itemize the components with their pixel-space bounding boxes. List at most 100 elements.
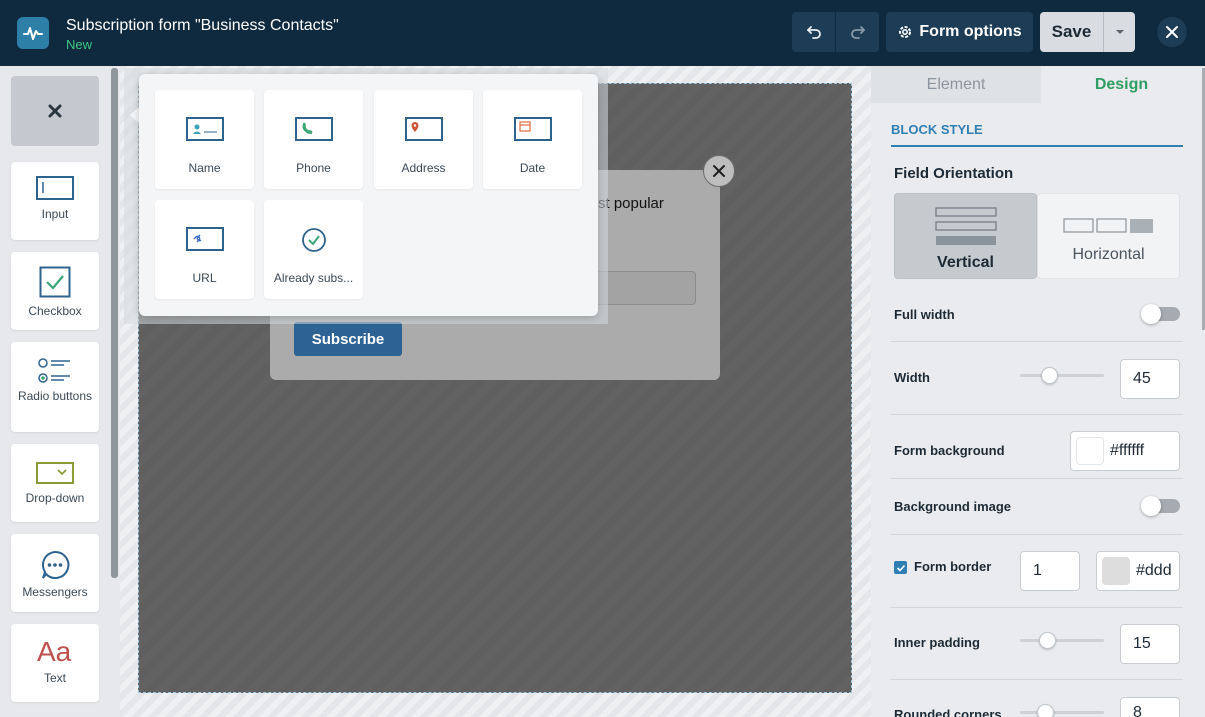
- subscribe-button[interactable]: Subscribe: [294, 322, 402, 356]
- text-icon: Aa: [37, 636, 72, 666]
- tool-input[interactable]: Input: [11, 162, 99, 240]
- calendar-card-icon: [513, 117, 552, 141]
- background-image-label: Background image: [894, 499, 1012, 514]
- width-input[interactable]: 45: [1120, 359, 1180, 399]
- dropdown-icon: [36, 462, 74, 484]
- svg-text:Aa: Aa: [37, 636, 72, 666]
- toggle-knob: [1141, 304, 1161, 324]
- background-image-toggle[interactable]: [1141, 496, 1180, 516]
- field-address[interactable]: Address: [374, 90, 473, 189]
- orientation-vertical-option[interactable]: Vertical: [894, 193, 1037, 279]
- section-divider: [891, 145, 1183, 147]
- rounded-corners-label: Rounded corners: [894, 707, 1002, 717]
- form-background-color-picker[interactable]: #ffffff: [1070, 431, 1180, 471]
- checkbox-icon: [39, 266, 71, 298]
- field-label: Name: [188, 161, 221, 175]
- toggle-knob: [1141, 496, 1161, 516]
- gear-icon: [899, 26, 912, 38]
- check-circle-icon: [301, 228, 326, 252]
- toolbar-scrollbar[interactable]: [111, 68, 118, 578]
- form-border-color-value: #ddd: [1136, 562, 1172, 579]
- app-header: Subscription form "Business Contacts" Ne…: [0, 0, 1205, 66]
- field-label: Address: [401, 161, 446, 175]
- save-button[interactable]: Save: [1040, 12, 1103, 52]
- width-slider[interactable]: [1020, 367, 1104, 384]
- address-card-icon: [404, 117, 443, 141]
- inner-padding-slider[interactable]: [1020, 632, 1104, 649]
- field-date[interactable]: Date: [483, 90, 582, 189]
- field-name[interactable]: Name: [155, 90, 254, 189]
- divider: [891, 679, 1183, 680]
- close-editor-button[interactable]: [1157, 17, 1187, 47]
- messengers-icon: [42, 550, 70, 579]
- tool-label: Checkbox: [28, 304, 82, 318]
- close-icon: [713, 165, 725, 177]
- form-border-color-picker[interactable]: #ddd: [1096, 551, 1180, 591]
- slider-handle[interactable]: [1037, 704, 1054, 717]
- form-background-value: #ffffff: [1110, 442, 1145, 459]
- field-already-subscribed[interactable]: Already subs...: [264, 200, 363, 299]
- orientation-horizontal-option[interactable]: Horizontal: [1037, 193, 1180, 279]
- divider: [891, 607, 1183, 608]
- form-status: New: [66, 37, 93, 52]
- tool-text[interactable]: Aa Text: [11, 624, 99, 702]
- tool-label: Input: [41, 207, 69, 221]
- field-label: Date: [519, 161, 546, 175]
- history-controls: [792, 12, 879, 52]
- full-width-label: Full width: [894, 307, 955, 322]
- form-close-button[interactable]: [703, 155, 735, 187]
- check-icon: [896, 564, 905, 572]
- color-swatch: [1076, 437, 1104, 465]
- name-card-icon: [185, 117, 224, 141]
- tool-label: Radio buttons: [17, 389, 93, 403]
- divider: [891, 478, 1183, 479]
- field-phone[interactable]: Phone: [264, 90, 363, 189]
- tab-design[interactable]: Design: [1041, 66, 1202, 103]
- divider: [891, 341, 1183, 342]
- caret-down-icon: [1115, 30, 1124, 34]
- tool-dropdown[interactable]: Drop-down: [11, 444, 99, 522]
- close-popover-button[interactable]: [11, 76, 99, 146]
- redo-button[interactable]: [836, 12, 879, 52]
- orientation-vertical-label: Vertical: [937, 254, 994, 271]
- slider-handle[interactable]: [1039, 632, 1056, 649]
- form-background-label: Form background: [894, 443, 1005, 458]
- form-options-button[interactable]: Form options: [886, 12, 1033, 52]
- form-options-label: Form options: [919, 23, 1022, 40]
- orientation-horizontal-label: Horizontal: [1072, 246, 1145, 263]
- app-logo-icon[interactable]: [17, 17, 49, 49]
- rounded-corners-input[interactable]: 8: [1120, 697, 1180, 717]
- color-swatch: [1102, 557, 1130, 585]
- save-options-button[interactable]: [1104, 12, 1135, 52]
- undo-button[interactable]: [792, 12, 835, 52]
- full-width-toggle[interactable]: [1141, 304, 1180, 324]
- tab-element[interactable]: Element: [871, 66, 1041, 103]
- field-url[interactable]: URL: [155, 200, 254, 299]
- form-border-checkbox[interactable]: [894, 561, 907, 574]
- form-title: Subscription form "Business Contacts": [66, 17, 339, 34]
- close-icon: [48, 104, 62, 118]
- field-label: Phone: [296, 161, 331, 175]
- section-title: BLOCK STYLE: [891, 122, 983, 137]
- horizontal-layout-icon: [1062, 218, 1153, 233]
- save-split-button: Save: [1040, 12, 1135, 52]
- field-orientation-label: Field Orientation: [894, 165, 1014, 182]
- phone-card-icon: [294, 117, 333, 141]
- inner-padding-input[interactable]: 15: [1120, 624, 1180, 664]
- divider: [891, 414, 1183, 415]
- field-label: URL: [192, 271, 217, 285]
- redo-icon: [850, 26, 865, 39]
- rounded-corners-slider[interactable]: [1020, 704, 1104, 717]
- width-label: Width: [894, 370, 930, 385]
- tool-messengers[interactable]: Messengers: [11, 534, 99, 612]
- tool-checkbox[interactable]: Checkbox: [11, 252, 99, 330]
- form-border-label: Form border: [914, 559, 992, 574]
- tool-radio-buttons[interactable]: Radio buttons: [11, 342, 99, 432]
- form-border-width-input[interactable]: 1: [1020, 551, 1080, 591]
- tool-label: Text: [43, 671, 66, 685]
- link-card-icon: [185, 227, 224, 251]
- inner-padding-label: Inner padding: [894, 635, 980, 650]
- slider-handle[interactable]: [1041, 367, 1058, 384]
- undo-icon: [806, 26, 821, 39]
- divider: [891, 534, 1183, 535]
